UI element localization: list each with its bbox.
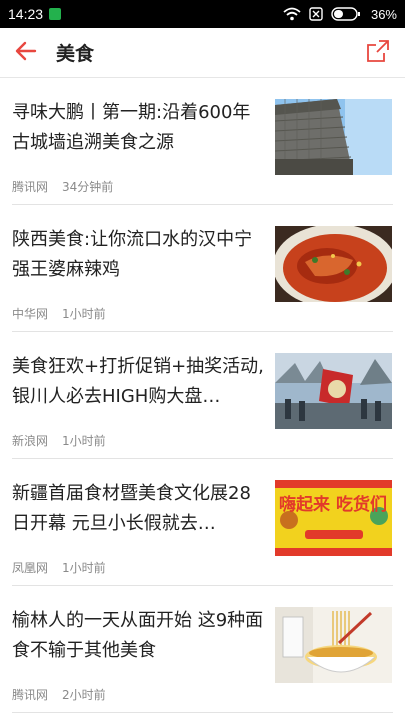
wifi-icon — [283, 7, 301, 21]
news-item[interactable]: 新疆首届食材暨美食文化展28日开幕 元旦小长假就去… 凤凰网 1小时前 嗨起来 … — [12, 459, 393, 586]
news-source: 中华网 — [12, 307, 49, 321]
status-bar: 14:23 36% — [0, 0, 405, 28]
news-source: 腾讯网 — [12, 688, 49, 702]
page-title: 美食 — [56, 43, 95, 65]
news-title: 新疆首届食材暨美食文化展28日开幕 元旦小长假就去… — [12, 483, 251, 534]
share-icon — [366, 39, 390, 67]
news-source: 新浪网 — [12, 434, 49, 448]
news-time: 1小时前 — [62, 561, 106, 575]
news-source: 腾讯网 — [12, 180, 49, 194]
news-time: 1小时前 — [62, 307, 106, 321]
news-thumbnail-festival-poster[interactable]: 嗨起来 吃货们 — [275, 480, 392, 556]
poster-headline: 嗨起来 吃货们 — [279, 494, 387, 515]
news-source: 凤凰网 — [12, 561, 49, 575]
news-meta: 腾讯网 2小时前 — [12, 686, 106, 703]
battery-icon — [331, 7, 361, 21]
app-header: 美食 — [0, 28, 405, 78]
back-button[interactable] — [14, 41, 38, 65]
news-meta: 凤凰网 1小时前 — [12, 559, 106, 576]
status-icons: 36% — [283, 7, 397, 22]
news-title: 陕西美食:让你流口水的汉中宁强王婆麻辣鸡 — [12, 229, 253, 280]
news-meta: 中华网 1小时前 — [12, 305, 106, 322]
news-item[interactable]: 寻味大鹏丨第一期:沿着600年古城墙追溯美食之源 腾讯网 34分钟前 — [12, 78, 393, 205]
share-button[interactable] — [365, 39, 391, 67]
news-meta: 腾讯网 34分钟前 — [12, 178, 113, 195]
news-thumbnail-event[interactable] — [275, 353, 392, 429]
news-meta: 新浪网 1小时前 — [12, 432, 106, 449]
news-time: 34分钟前 — [62, 180, 114, 194]
back-arrow-icon — [15, 41, 37, 65]
news-time: 2小时前 — [62, 688, 106, 702]
news-item[interactable]: 美食狂欢+打折促销+抽奖活动,银川人必去HIGH购大盘… 新浪网 1小时前 — [12, 332, 393, 459]
news-time: 1小时前 — [62, 434, 106, 448]
notification-app-icon — [49, 8, 62, 20]
news-thumbnail-city-wall[interactable] — [275, 99, 392, 175]
sim-icon — [309, 7, 323, 21]
news-item[interactable]: 陕西美食:让你流口水的汉中宁强王婆麻辣鸡 中华网 1小时前 — [12, 205, 393, 332]
news-title: 美食狂欢+打折促销+抽奖活动,银川人必去HIGH购大盘… — [12, 356, 264, 407]
battery-percent: 36% — [370, 6, 397, 22]
news-list: 寻味大鹏丨第一期:沿着600年古城墙追溯美食之源 腾讯网 34分钟前 陕西美食:… — [0, 78, 405, 713]
news-title: 寻味大鹏丨第一期:沿着600年古城墙追溯美食之源 — [12, 102, 251, 153]
status-time: 14:23 — [8, 6, 44, 22]
news-item[interactable]: 榆林人的一天从面开始 这9种面食不输于其他美食 腾讯网 2小时前 — [12, 586, 393, 713]
news-thumbnail-noodles[interactable] — [275, 607, 392, 683]
news-thumbnail-spicy-chicken[interactable] — [275, 226, 392, 302]
news-title: 榆林人的一天从面开始 这9种面食不输于其他美食 — [12, 610, 264, 661]
